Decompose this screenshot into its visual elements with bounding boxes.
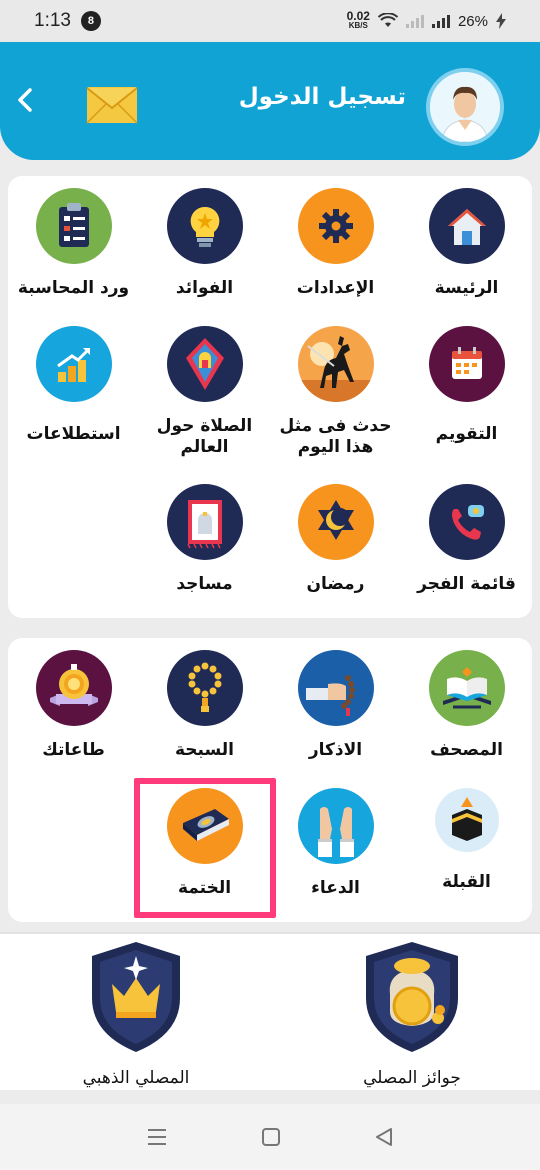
tile-fajr-list[interactable]: قائمة الفجر [401,484,532,595]
battery-level: 26% [457,12,488,30]
back-triangle-icon[interactable] [374,1127,394,1147]
rewards-label: جوائز المصلي [363,1068,461,1088]
rewards-item[interactable]: جوائز المصلي [312,938,512,1088]
login-title[interactable]: تسجيل الدخول [239,84,406,110]
home-button-icon[interactable] [261,1127,281,1147]
envelope-icon[interactable] [86,86,138,124]
tile-label: الإعدادات [296,278,375,298]
tile-label: استطلاعات [26,424,121,444]
tile-polls[interactable]: استطلاعات [8,326,139,445]
tile-label: ورد المحاسبة [17,278,130,298]
tile-label: الرئيسة [434,278,499,298]
bar-chart-icon [35,326,112,402]
tile-label: قائمة الفجر [417,574,516,594]
tile-good-deeds[interactable]: طاعاتك [8,650,139,761]
rewards-panel: جوائز المصلي المصلي الذهبي [0,932,540,1090]
tasbih-icon [166,650,243,726]
signal-icon [405,14,424,28]
wifi-icon [377,13,398,27]
services-card: الرئيسة الإعدادات الفوائد ورد المحاسبة ا… [8,176,532,618]
kaaba-icon [434,788,499,852]
tile-label: حدث فى مثل هذا اليوم [279,416,392,457]
clock: 1:13 [34,10,71,31]
mosque-icon [166,484,243,560]
tile-on-this-day[interactable]: حدث فى مثل هذا اليوم [270,326,401,458]
tile-label: القبلة [442,872,491,892]
tile-label: الفوائد [175,278,234,298]
tile-mosques[interactable]: مساجد [139,484,270,595]
charging-icon [496,13,506,29]
status-bar: 1:13 8 0.02 KB/S 26% [0,0,540,42]
tile-label: المصحف [430,740,503,760]
tile-calendar[interactable]: التقويم [401,326,532,445]
clipboard-checklist-icon [35,188,112,264]
tile-accounting[interactable]: ورد المحاسبة [8,188,139,299]
treasure-shield-icon [366,942,458,1052]
calendar-icon [428,326,505,402]
tile-ramadan[interactable]: رمضان [270,484,401,595]
tile-label: مساجد [176,574,233,594]
crown-shield-icon [92,942,180,1052]
phone-call-icon [428,484,505,560]
gear-icon [297,188,374,264]
tile-label: رمضان [306,574,365,594]
network-speed: 0.02 KB/S [346,9,370,30]
golden-label: المصلي الذهبي [82,1068,190,1088]
tile-home[interactable]: الرئيسة [401,188,532,299]
system-nav-bar [0,1104,540,1170]
tile-settings[interactable]: الإعدادات [270,188,401,299]
tile-label: طاعاتك [42,740,105,760]
tile-label: التقويم [435,424,498,444]
tile-dua[interactable]: الدعاء [270,788,401,899]
notification-badge: 8 [80,11,101,31]
tile-label: الصلاة حول العالم [156,416,253,457]
user-avatar-icon[interactable] [426,68,504,146]
tile-benefits[interactable]: الفوائد [139,188,270,299]
tile-tasbih[interactable]: السبحة [139,650,270,761]
tile-label: السبحة [174,740,234,760]
tile-quran[interactable]: المصحف [401,650,532,761]
medal-icon [35,650,112,726]
recent-apps-icon[interactable] [146,1127,168,1147]
back-button[interactable] [10,82,40,118]
home-icon [428,188,505,264]
chevron-left-icon [18,88,32,112]
tile-label: الاذكار [308,740,363,760]
horse-rider-icon [297,326,374,402]
signal-icon [431,14,450,28]
lightbulb-icon [166,188,243,264]
quran-icon [428,650,505,726]
tile-prayer-world[interactable]: الصلاة حول العالم [139,326,270,458]
praying-hands-icon [297,788,374,864]
prayer-rug-icon [166,326,243,402]
golden-worshipper-item[interactable]: المصلي الذهبي [36,938,236,1088]
tile-adhkar[interactable]: الاذكار [270,650,401,761]
crescent-star-icon [297,484,374,560]
app-header: تسجيل الدخول [0,42,540,160]
selection-highlight [134,778,276,918]
tile-label: الدعاء [311,878,360,898]
prayer-beads-hand-icon [297,650,374,726]
tile-qibla[interactable]: القبلة [401,788,532,893]
